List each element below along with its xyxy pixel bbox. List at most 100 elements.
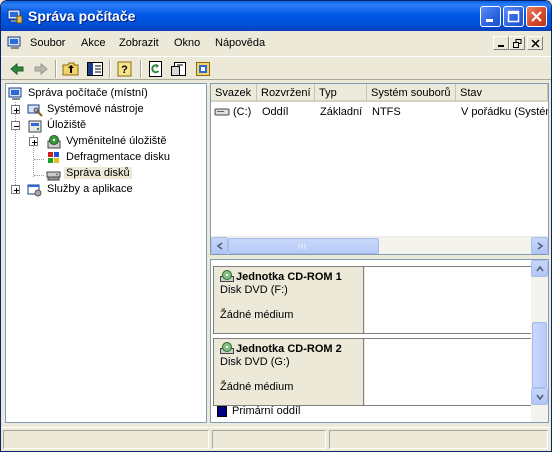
horizontal-scroll-thumb[interactable] (228, 238, 379, 254)
disk-type: Disk DVD (F:) (220, 284, 288, 296)
collapse-icon[interactable] (11, 121, 20, 130)
tree-item-disk-defragmenter[interactable]: Defragmentace disku (8, 150, 204, 166)
tree-item-removable-storage[interactable]: Vyměnitelné úložiště (8, 134, 204, 150)
disk-management-icon (46, 171, 61, 181)
toolbar-separator (109, 60, 111, 78)
disk-type: Disk DVD (G:) (220, 356, 290, 368)
help-icon[interactable]: ? (116, 60, 134, 78)
table-cell: (C:) (233, 106, 252, 118)
properties-icon[interactable] (170, 60, 188, 78)
disk-row[interactable]: Jednotka CD-ROM 2 Disk DVD (G:) Žádné mé… (213, 338, 531, 406)
disk-name: Jednotka CD-ROM 1 (220, 270, 363, 283)
column-header-layout[interactable]: Rozvržení (257, 84, 315, 102)
forward-arrow-icon[interactable] (32, 60, 50, 78)
disk-name: Jednotka CD-ROM 2 (220, 342, 363, 355)
mdi-close-button[interactable] (527, 36, 543, 50)
disk-row[interactable]: Jednotka CD-ROM 1 Disk DVD (F:) Žádné mé… (213, 266, 531, 334)
scroll-left-button[interactable] (211, 237, 228, 254)
column-header-file-system[interactable]: Systém souborů (367, 84, 456, 102)
show-hide-tree-icon[interactable] (86, 60, 104, 78)
toolbar: ? (1, 56, 551, 80)
primary-partition-swatch (217, 406, 227, 417)
toolbar-separator (55, 60, 57, 78)
console-tree[interactable]: Správa počítače (místní) Systémové nástr… (5, 83, 207, 423)
tree-item-label: Správa disků (64, 167, 132, 179)
export-list-icon[interactable] (194, 60, 212, 78)
scroll-up-icon (536, 265, 544, 272)
removable-storage-icon (47, 135, 61, 149)
scroll-right-icon (537, 242, 544, 250)
grip-icon (298, 244, 306, 249)
table-cell: NTFS (372, 106, 401, 118)
table-cell: Základní (320, 106, 363, 118)
storage-icon (28, 120, 42, 133)
disk-graphical-view[interactable]: Jednotka CD-ROM 1 Disk DVD (F:) Žádné mé… (210, 259, 549, 423)
column-header-volume[interactable]: Svazek (211, 84, 257, 102)
minimize-icon (486, 19, 493, 22)
expand-icon[interactable] (11, 105, 20, 114)
services-applications-icon (27, 184, 42, 197)
refresh-icon[interactable] (147, 60, 165, 78)
tree-item-label: Úložiště (47, 119, 87, 131)
back-arrow-icon[interactable] (8, 60, 26, 78)
menu-bar: Soubor Akce Zobrazit Okno Nápověda (4, 32, 548, 54)
menu-action[interactable]: Akce (81, 37, 105, 49)
expand-icon[interactable] (11, 185, 20, 194)
computer-management-icon (7, 9, 23, 24)
volume-list[interactable]: Svazek Rozvržení Typ Systém souborů Stav… (210, 83, 549, 255)
close-icon (531, 11, 542, 22)
expand-icon[interactable] (29, 137, 38, 146)
disk-partition-area[interactable] (365, 267, 531, 333)
computer-management-icon (8, 87, 22, 100)
vertical-scrollbar[interactable] (531, 260, 548, 422)
legend: Primární oddíl (213, 402, 533, 422)
tree-item-label: Defragmentace disku (66, 151, 170, 163)
disk-status: Žádné médium (220, 309, 294, 321)
mdi-restore-button[interactable] (509, 36, 525, 50)
menu-view[interactable]: Zobrazit (119, 37, 159, 49)
menu-window[interactable]: Okno (174, 37, 200, 49)
status-panel (329, 430, 548, 449)
table-cell: V pořádku (Systém (461, 106, 548, 118)
legend-label: Primární oddíl (232, 405, 301, 417)
tree-item-services-apps[interactable]: Služby a aplikace (8, 182, 204, 198)
window-title: Správa počítače (28, 8, 136, 24)
up-folder-icon[interactable] (62, 60, 80, 78)
restore-icon (513, 39, 522, 48)
scroll-up-button[interactable] (531, 260, 548, 277)
tree-item-label: Vyměnitelné úložiště (66, 135, 167, 147)
computer-management-icon[interactable] (7, 35, 23, 51)
tree-item-root[interactable]: Správa počítače (místní) (8, 86, 204, 102)
tree-item-storage[interactable]: Úložiště (8, 118, 204, 134)
disk-partition-area[interactable] (365, 339, 531, 405)
tree-item-label: Systémové nástroje (47, 103, 144, 115)
maximize-icon (507, 10, 520, 23)
status-bar (1, 427, 551, 451)
close-button[interactable] (526, 6, 547, 27)
app-window: Správa počítače Soubor Akce Zobrazit Okn… (0, 0, 552, 452)
scroll-right-button[interactable] (531, 237, 548, 254)
title-bar[interactable]: Správa počítače (1, 1, 551, 31)
disk-info: Jednotka CD-ROM 1 Disk DVD (F:) Žádné mé… (214, 267, 364, 333)
minimize-button[interactable] (480, 6, 501, 27)
menu-file[interactable]: Soubor (30, 37, 65, 49)
toolbar-separator (140, 60, 142, 78)
system-tools-icon (27, 104, 43, 117)
tree-item-disk-management[interactable]: Správa disků (8, 166, 204, 182)
status-panel (3, 430, 209, 449)
cd-rom-drive-icon (220, 342, 234, 354)
tree-item-system-tools[interactable]: Systémové nástroje (8, 102, 204, 118)
horizontal-scrollbar[interactable] (211, 236, 548, 254)
menu-help[interactable]: Nápověda (215, 37, 265, 49)
cd-rom-drive-icon (220, 270, 234, 282)
maximize-button[interactable] (503, 6, 524, 27)
scroll-down-icon (536, 394, 544, 401)
column-header-status[interactable]: Stav (456, 84, 548, 102)
scroll-left-icon (216, 242, 223, 250)
vertical-scroll-thumb[interactable] (532, 322, 547, 388)
scroll-down-button[interactable] (531, 388, 548, 405)
svg-text:?: ? (121, 64, 128, 76)
tree-item-label: Správa počítače (místní) (28, 87, 148, 99)
column-header-type[interactable]: Typ (315, 84, 367, 102)
mdi-minimize-button[interactable] (493, 36, 509, 50)
